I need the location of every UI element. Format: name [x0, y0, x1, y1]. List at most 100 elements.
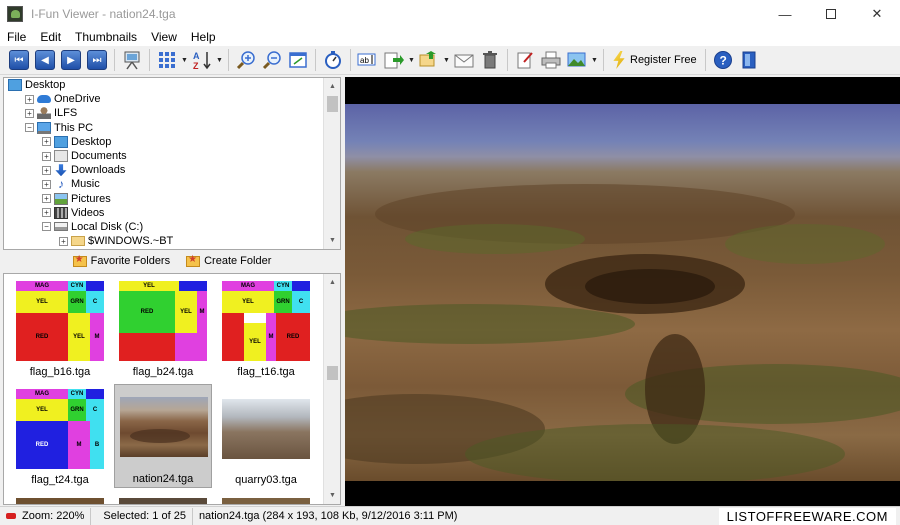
thumbnail-view-dropdown[interactable]: ▼ — [180, 48, 189, 72]
sort-button[interactable]: AZ — [189, 48, 215, 72]
svg-text:A: A — [193, 51, 200, 61]
tree-item-label: This PC — [54, 121, 94, 134]
tree-item[interactable]: + OneDrive — [4, 92, 340, 106]
zoom-in-button[interactable] — [233, 48, 259, 72]
scroll-up-icon[interactable]: ▲ — [324, 274, 340, 291]
expand-icon[interactable]: + — [59, 236, 68, 246]
last-image-button[interactable]: ⏭ — [84, 48, 110, 72]
menu-help[interactable]: Help — [184, 30, 223, 44]
fit-to-window-button[interactable] — [285, 48, 311, 72]
tree-item[interactable]: + Desktop — [4, 135, 340, 149]
rename-button[interactable]: ab — [355, 48, 381, 72]
svg-text:?: ? — [719, 54, 726, 68]
thumbnail-scrollbar[interactable]: ▲ ▼ — [323, 274, 340, 504]
thumbnail-item[interactable]: quarry03.tga — [217, 384, 315, 488]
scroll-down-icon[interactable]: ▼ — [324, 487, 340, 504]
thumbnail-panel[interactable]: MAG CYN YEL GRN C RED YEL M flag_b16.tga… — [3, 273, 341, 505]
thumbnail-item[interactable]: MAG CYN YEL GRN C RED YEL M flag_b16.tga — [11, 276, 109, 380]
user-icon — [37, 107, 51, 120]
lightning-icon — [613, 51, 625, 69]
exit-button[interactable] — [736, 48, 762, 72]
image-viewer[interactable] — [345, 77, 900, 506]
thumbnail-item[interactable] — [222, 498, 310, 504]
print-button[interactable] — [538, 48, 564, 72]
tree-item[interactable]: + $WINDOWS.~BT — [4, 234, 340, 248]
close-icon: ✕ — [871, 6, 883, 21]
expand-icon[interactable]: + — [25, 108, 34, 118]
thumbnail-view-button[interactable] — [154, 48, 180, 72]
menu-file[interactable]: File — [0, 30, 33, 44]
wallpaper-dropdown[interactable]: ▼ — [590, 48, 599, 72]
convert-button[interactable] — [416, 48, 442, 72]
maximize-button[interactable] — [808, 0, 854, 28]
close-button[interactable]: ✕ — [854, 0, 900, 28]
wallpaper-icon — [567, 52, 586, 67]
register-button[interactable]: Register Free — [608, 48, 701, 72]
sort-dropdown[interactable]: ▼ — [215, 48, 224, 72]
folder-tree[interactable]: Desktop + OneDrive + ILFS − This PC + Desktop + Do… — [3, 77, 341, 250]
copy-move-dropdown[interactable]: ▼ — [407, 48, 416, 72]
expand-icon[interactable]: + — [25, 94, 34, 104]
toolbar-separator — [350, 49, 351, 71]
slideshow-timer-button[interactable] — [320, 48, 346, 72]
tree-item[interactable]: − This PC — [4, 121, 340, 135]
file-info-status: nation24.tga (284 x 193, 108 Kb, 9/12/20… — [198, 510, 458, 522]
tree-rows: Desktop + OneDrive + ILFS − This PC + Desktop + Do… — [4, 78, 340, 248]
tree-item[interactable]: + Documents — [4, 149, 340, 163]
app-icon[interactable] — [7, 6, 23, 22]
tree-item-label: Desktop — [71, 135, 112, 148]
window-title: I-Fun Viewer - nation24.tga — [31, 7, 176, 21]
scroll-thumb[interactable] — [327, 96, 338, 112]
expand-icon[interactable]: + — [42, 208, 51, 218]
thumbnail-item[interactable]: MAG CYN YEL GRN C YEL M RED flag_t16.tga — [217, 276, 315, 380]
tree-item[interactable]: + ♪ Music — [4, 177, 340, 191]
expand-icon[interactable]: + — [42, 151, 51, 161]
zoom-out-button[interactable] — [259, 48, 285, 72]
previous-image-button[interactable]: ◀ — [32, 48, 58, 72]
menu-edit[interactable]: Edit — [33, 30, 68, 44]
tree-item[interactable]: + ILFS — [4, 106, 340, 120]
email-button[interactable] — [451, 48, 477, 72]
printer-icon — [541, 51, 561, 69]
expand-icon[interactable]: + — [42, 179, 51, 189]
next-image-button[interactable]: ▶ — [58, 48, 84, 72]
toolbar-separator — [228, 49, 229, 71]
slideshow-button[interactable] — [119, 48, 145, 72]
skip-first-icon: ⏮ — [9, 50, 29, 70]
thumbnail-item[interactable]: MAG CYN YEL GRN C RED M B flag_t24.tga — [11, 384, 109, 488]
tree-item-label: Pictures — [71, 192, 111, 205]
tree-item[interactable]: Desktop — [4, 78, 340, 92]
collapse-icon[interactable]: − — [42, 222, 51, 232]
help-button[interactable]: ? — [710, 48, 736, 72]
collapse-icon[interactable]: − — [25, 123, 34, 133]
scroll-down-icon[interactable]: ▼ — [324, 232, 340, 249]
tree-item[interactable]: + Pictures — [4, 192, 340, 206]
expand-icon[interactable]: + — [42, 137, 51, 147]
menu-thumbnails[interactable]: Thumbnails — [68, 30, 144, 44]
minimize-button[interactable]: — — [762, 0, 808, 28]
thumbnail-item[interactable] — [16, 498, 104, 504]
convert-dropdown[interactable]: ▼ — [442, 48, 451, 72]
expand-icon[interactable]: + — [42, 194, 51, 204]
tree-scrollbar[interactable]: ▲ ▼ — [323, 78, 340, 249]
menu-view[interactable]: View — [144, 30, 184, 44]
wallpaper-button[interactable] — [564, 48, 590, 72]
thumbnail-item[interactable]: YEL RED YEL M flag_b24.tga — [114, 276, 212, 380]
thumbnail-image — [120, 397, 208, 457]
delete-button[interactable] — [477, 48, 503, 72]
scroll-up-icon[interactable]: ▲ — [324, 78, 340, 95]
thumbnail-image: YEL RED YEL M — [119, 281, 207, 361]
copy-move-button[interactable] — [381, 48, 407, 72]
tree-item[interactable]: + Downloads — [4, 163, 340, 177]
favorite-folders-button[interactable]: Favorite Folders — [72, 254, 170, 267]
thumbnail-item-selected[interactable]: nation24.tga — [114, 384, 212, 488]
thumbnail-item[interactable] — [119, 498, 207, 504]
first-image-button[interactable]: ⏮ — [6, 48, 32, 72]
create-folder-button[interactable]: Create Folder — [186, 254, 271, 267]
menu-bar: File Edit Thumbnails View Help — [0, 28, 900, 46]
expand-icon[interactable]: + — [42, 165, 51, 175]
edit-button[interactable] — [512, 48, 538, 72]
scroll-thumb[interactable] — [327, 366, 338, 380]
tree-item[interactable]: − Local Disk (C:) — [4, 220, 340, 234]
tree-item[interactable]: + Videos — [4, 206, 340, 220]
